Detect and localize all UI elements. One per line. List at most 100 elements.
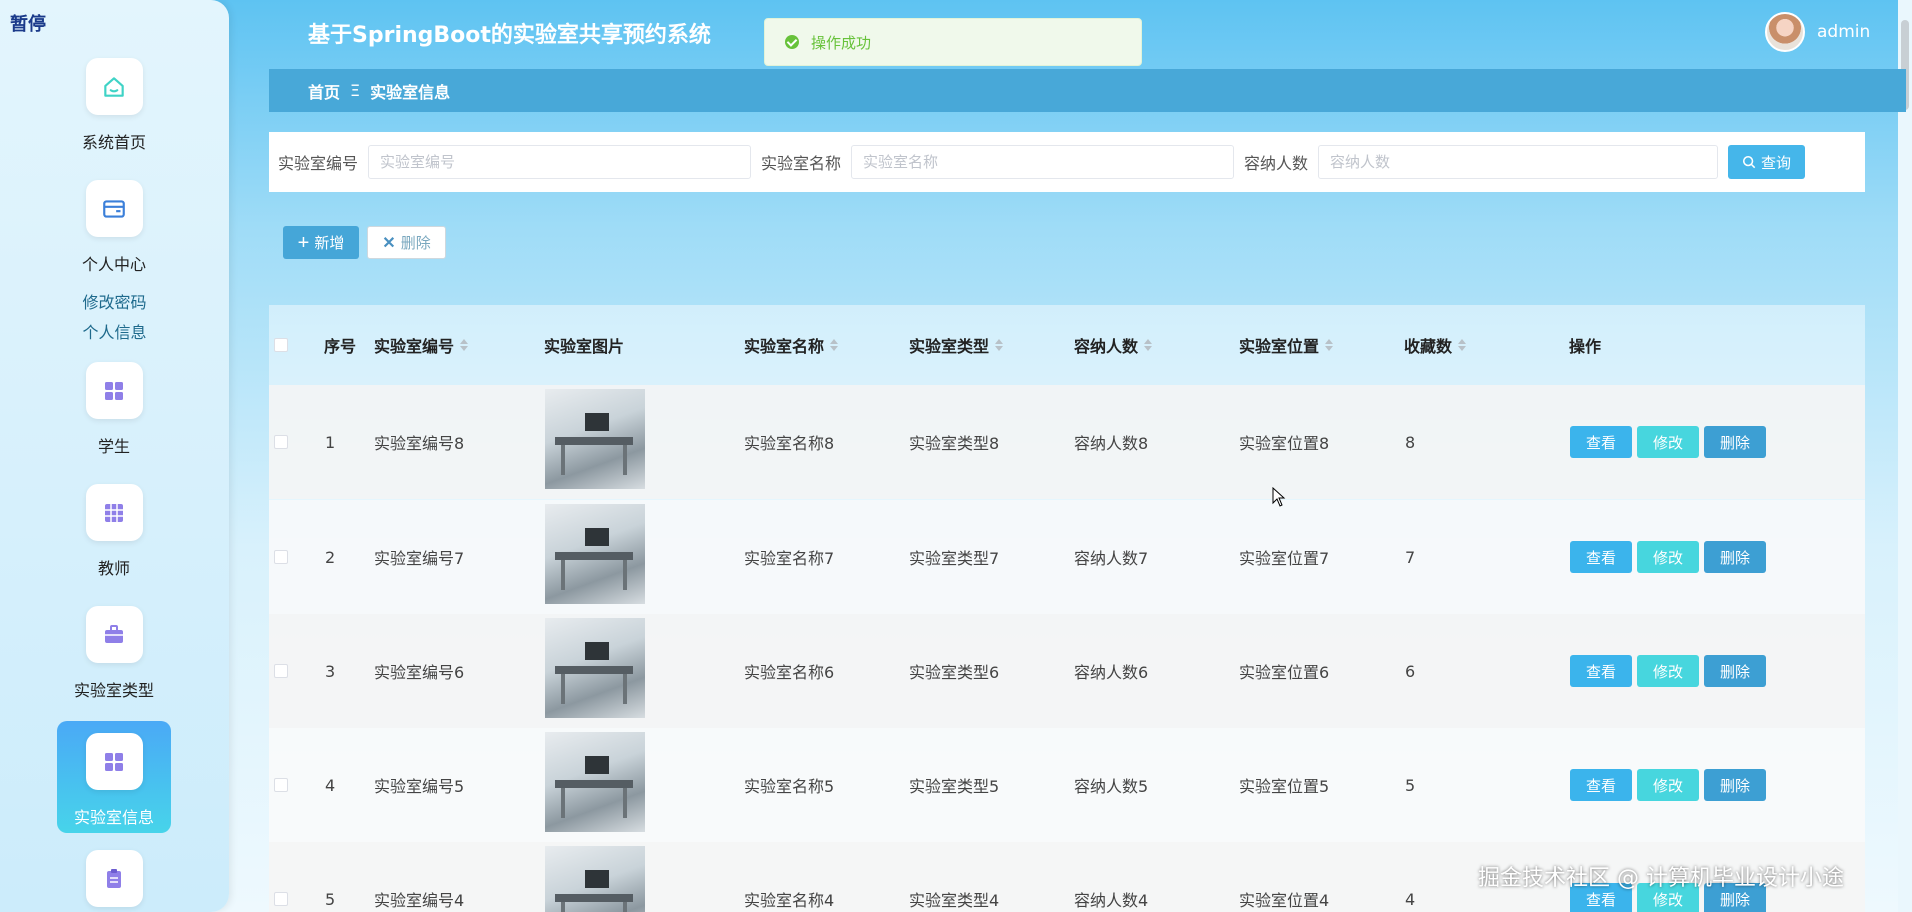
sort-icon[interactable] xyxy=(460,339,469,351)
breadcrumb-separator: Ξ xyxy=(350,81,361,100)
select-all-checkbox[interactable] xyxy=(274,338,288,352)
breadcrumb-current: 实验室信息 xyxy=(370,82,451,102)
lab-table: 序号 实验室编号 实验室图片 实验室名称 实验室类型 容纳人数 实验室位置 收藏… xyxy=(269,305,1865,912)
col-actions: 操作 xyxy=(1569,337,1602,356)
row-capacity: 容纳人数6 xyxy=(1074,663,1149,682)
col-name[interactable]: 实验室名称 xyxy=(744,305,839,385)
sidebar-link-change-password[interactable]: 修改密码 xyxy=(0,289,229,313)
row-name: 实验室名称7 xyxy=(744,549,835,568)
lab-photo xyxy=(545,618,645,718)
row-actions: 查看 修改 删除 xyxy=(1570,614,1766,728)
avatar[interactable] xyxy=(1765,12,1805,52)
col-location[interactable]: 实验室位置 xyxy=(1239,305,1334,385)
sidebar-item-lab-info[interactable]: 实验室信息 xyxy=(57,721,171,833)
sidebar-item-label: 实验室类型 xyxy=(73,681,154,700)
home-icon xyxy=(85,58,143,115)
edit-button[interactable]: 修改 xyxy=(1637,769,1699,801)
sidebar-item-profile[interactable]: 个人中心 xyxy=(57,180,171,275)
sort-icon[interactable] xyxy=(995,339,1004,351)
lab-photo xyxy=(545,504,645,604)
row-type: 实验室类型7 xyxy=(909,549,1000,568)
sidebar-link-personal-info[interactable]: 个人信息 xyxy=(0,319,229,343)
row-actions: 查看 修改 删除 xyxy=(1570,385,1766,499)
row-name: 实验室名称8 xyxy=(744,434,835,453)
delete-button[interactable]: 删除 xyxy=(1704,541,1766,573)
sidebar-item-label: 实验室信息 xyxy=(73,808,154,827)
row-checkbox[interactable] xyxy=(274,435,288,449)
col-image: 实验室图片 xyxy=(544,337,625,356)
col-type[interactable]: 实验室类型 xyxy=(909,305,1004,385)
page-scrollbar[interactable] xyxy=(1898,0,1912,912)
delete-button[interactable]: 删除 xyxy=(1704,655,1766,687)
breadcrumb: 首页 Ξ 实验室信息 xyxy=(269,69,1906,112)
user-menu[interactable]: admin xyxy=(1765,12,1870,52)
sort-icon[interactable] xyxy=(1458,339,1467,351)
edit-button[interactable]: 修改 xyxy=(1637,541,1699,573)
wallet-icon xyxy=(85,180,143,237)
pause-overlay-label: 暂停 xyxy=(10,14,46,35)
close-icon: ✕ xyxy=(382,234,396,252)
capacity-input[interactable] xyxy=(1318,145,1719,179)
row-location: 实验室位置7 xyxy=(1239,549,1330,568)
batch-delete-label: 删除 xyxy=(400,235,431,252)
row-type: 实验室类型5 xyxy=(909,777,1000,796)
row-index: 2 xyxy=(325,547,336,567)
query-button-label: 查询 xyxy=(1761,154,1792,172)
col-favorites[interactable]: 收藏数 xyxy=(1404,305,1467,385)
row-checkbox[interactable] xyxy=(274,778,288,792)
row-index: 4 xyxy=(325,775,336,795)
delete-button[interactable]: 删除 xyxy=(1704,426,1766,458)
search-label-name: 实验室名称 xyxy=(761,154,842,173)
delete-button[interactable]: 删除 xyxy=(1704,769,1766,801)
grid-icon xyxy=(85,733,143,790)
edit-button[interactable]: 修改 xyxy=(1637,655,1699,687)
grid-icon xyxy=(85,484,143,541)
sort-icon[interactable] xyxy=(1325,339,1334,351)
query-button[interactable]: 查询 xyxy=(1728,145,1806,179)
success-toast: 操作成功 xyxy=(764,18,1142,66)
lab-code-input[interactable] xyxy=(368,145,752,179)
search-form: 实验室编号 实验室名称 容纳人数 查询 xyxy=(269,132,1865,192)
batch-delete-button[interactable]: ✕ 删除 xyxy=(367,226,446,259)
table-row[interactable]: 4 实验室编号5 实验室名称5 实验室类型5 容纳人数5 实验室位置5 5 查看 修改 删除 xyxy=(269,728,1865,842)
sort-icon[interactable] xyxy=(830,339,839,351)
edit-button[interactable]: 修改 xyxy=(1637,426,1699,458)
toast-message: 操作成功 xyxy=(811,33,872,52)
row-checkbox[interactable] xyxy=(274,550,288,564)
row-index: 3 xyxy=(325,661,336,681)
row-checkbox[interactable] xyxy=(274,892,288,906)
lab-name-input[interactable] xyxy=(851,145,1235,179)
row-location: 实验室位置8 xyxy=(1239,434,1330,453)
sidebar-item-more[interactable] xyxy=(57,850,171,907)
sidebar-item-home[interactable]: 系统首页 xyxy=(57,58,171,153)
view-button[interactable]: 查看 xyxy=(1570,426,1632,458)
check-circle-icon xyxy=(785,35,799,49)
username[interactable]: admin xyxy=(1817,22,1870,42)
view-button[interactable]: 查看 xyxy=(1570,655,1632,687)
table-row[interactable]: 2 实验室编号7 实验室名称7 实验室类型7 容纳人数7 实验室位置7 7 查看 修改 删除 xyxy=(269,500,1865,614)
row-favorites: 7 xyxy=(1405,547,1416,567)
row-favorites: 4 xyxy=(1405,889,1416,909)
sidebar-item-lab-types[interactable]: 实验室类型 xyxy=(57,606,171,701)
row-location: 实验室位置4 xyxy=(1239,891,1330,910)
breadcrumb-home[interactable]: 首页 xyxy=(308,79,340,103)
sidebar-item-teachers[interactable]: 教师 xyxy=(57,484,171,579)
row-checkbox[interactable] xyxy=(274,664,288,678)
row-code: 实验室编号6 xyxy=(374,663,465,682)
table-row[interactable]: 1 实验室编号8 实验室名称8 实验室类型8 容纳人数8 实验室位置8 8 查看 修改 删除 xyxy=(269,385,1865,499)
add-button[interactable]: + 新增 xyxy=(283,226,359,259)
sidebar-item-students[interactable]: 学生 xyxy=(57,362,171,457)
row-code: 实验室编号8 xyxy=(374,434,465,453)
row-capacity: 容纳人数8 xyxy=(1074,434,1149,453)
row-code: 实验室编号5 xyxy=(374,777,465,796)
row-name: 实验室名称5 xyxy=(744,777,835,796)
row-location: 实验室位置6 xyxy=(1239,663,1330,682)
col-capacity[interactable]: 容纳人数 xyxy=(1074,305,1153,385)
row-index: 1 xyxy=(325,432,336,452)
table-row[interactable]: 3 实验室编号6 实验室名称6 实验室类型6 容纳人数6 实验室位置6 6 查看 修改 删除 xyxy=(269,614,1865,728)
row-capacity: 容纳人数7 xyxy=(1074,549,1149,568)
col-code[interactable]: 实验室编号 xyxy=(374,305,469,385)
view-button[interactable]: 查看 xyxy=(1570,769,1632,801)
view-button[interactable]: 查看 xyxy=(1570,541,1632,573)
sort-icon[interactable] xyxy=(1144,339,1153,351)
